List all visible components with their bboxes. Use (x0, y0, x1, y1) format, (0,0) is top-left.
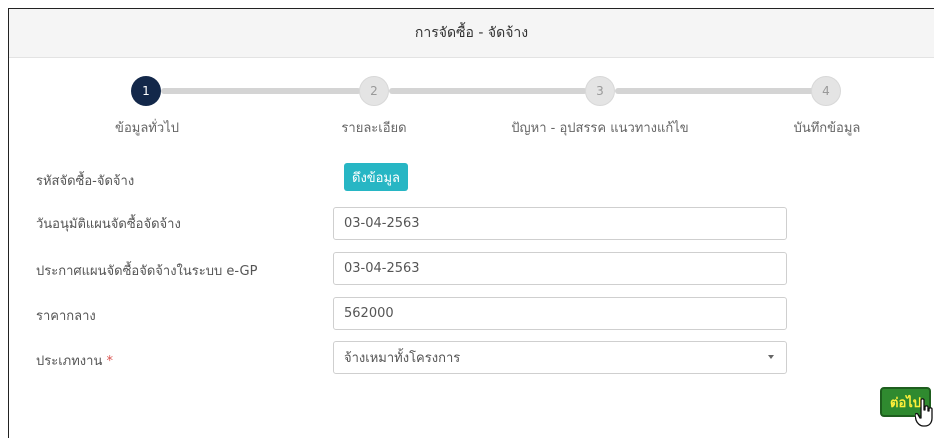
step-connector (389, 88, 587, 94)
step-number: 4 (822, 84, 830, 98)
approval-date-label: วันอนุมัติแผนจัดซื้อจัดจ้าง (36, 217, 181, 232)
step-4-label: บันทึกข้อมูล (793, 121, 861, 136)
step-connector (615, 88, 815, 94)
median-price-value: 562000 (344, 306, 394, 321)
step-number: 1 (142, 84, 150, 98)
caret-down-icon (768, 355, 774, 359)
approval-date-value: 03-04-2563 (344, 216, 420, 231)
median-price-label: ราคากลาง (36, 309, 96, 324)
approval-date-input[interactable]: 03-04-2563 (333, 207, 787, 240)
procurement-code-label: รหัสจัดซื้อ-จัดจ้าง (36, 174, 135, 189)
hand-pointer-icon (915, 398, 933, 427)
step-1-label: ข้อมูลทั่วไป (115, 121, 179, 136)
step-1[interactable]: 1 (131, 76, 161, 106)
egp-date-label: ประกาศแผนจัดซื้อจัดจ้างในระบบ e-GP (36, 264, 258, 279)
egp-date-value: 03-04-2563 (344, 261, 420, 276)
step-number: 2 (370, 84, 378, 98)
page-header: การจัดซื้อ - จัดจ้าง (9, 9, 934, 58)
required-mark: * (106, 354, 113, 369)
stepper: 1 2 3 4 ข้อมูลทั่วไป รายละเอียด ปัญหา - … (0, 72, 934, 142)
step-connector (161, 88, 361, 94)
work-type-label: ประเภทงาน * (36, 350, 113, 371)
step-3-label: ปัญหา - อุปสรรค แนวทางแก้ไข (511, 121, 689, 136)
work-type-label-text: ประเภทงาน (36, 354, 103, 369)
work-type-value: จ้างเหมาทั้งโครงการ (344, 351, 461, 366)
work-type-select[interactable]: จ้างเหมาทั้งโครงการ (333, 341, 787, 374)
step-2[interactable]: 2 (359, 76, 389, 106)
step-number: 3 (596, 84, 604, 98)
median-price-input[interactable]: 562000 (333, 297, 787, 330)
step-2-label: รายละเอียด (341, 121, 407, 136)
step-3[interactable]: 3 (585, 76, 615, 106)
page-title: การจัดซื้อ - จัดจ้าง (414, 25, 529, 41)
egp-date-input[interactable]: 03-04-2563 (333, 252, 787, 285)
step-4[interactable]: 4 (811, 76, 841, 106)
fetch-data-button[interactable]: ดึงข้อมูล (344, 163, 409, 191)
